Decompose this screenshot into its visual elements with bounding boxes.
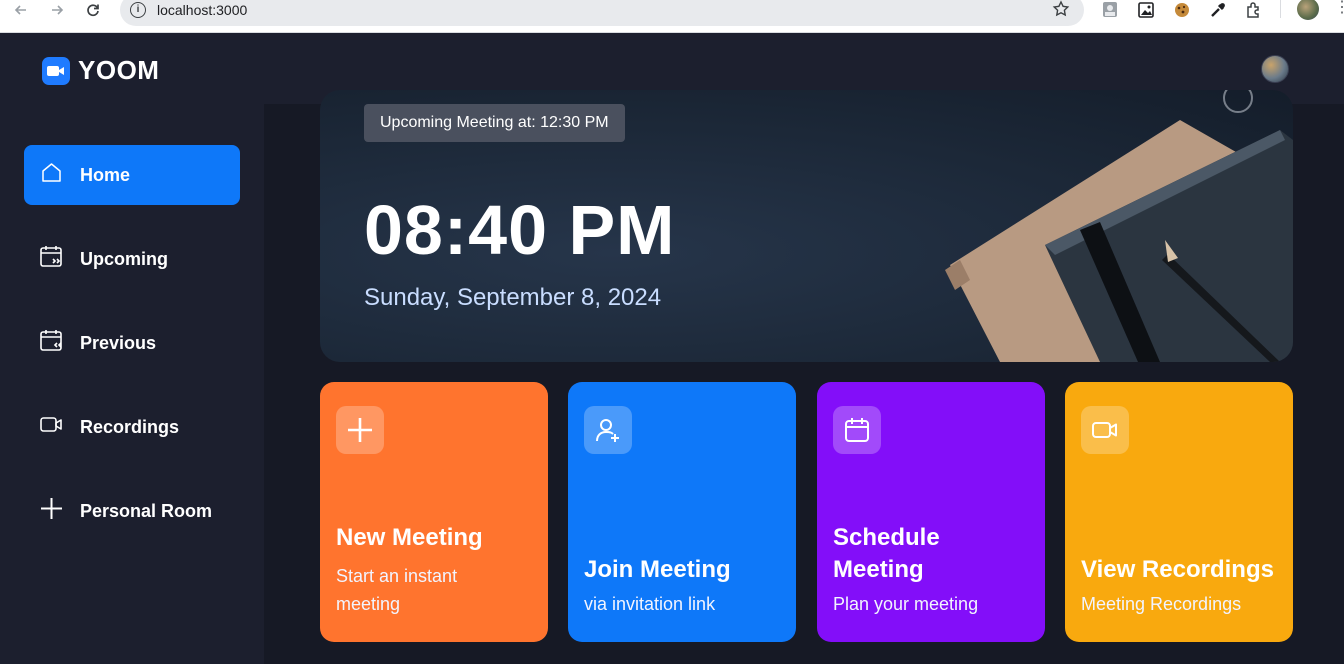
card-subtitle: via invitation link (584, 594, 716, 614)
sidebar-item-label: Recordings (80, 416, 180, 437)
calendar-forward-icon (39, 244, 64, 274)
plus-icon (39, 496, 64, 526)
schedule-meeting-card[interactable]: Schedule Meeting Plan your meeting (817, 382, 1045, 642)
sidebar-item-label: Previous (80, 332, 157, 353)
sidebar-item-home[interactable]: Home (24, 145, 240, 205)
sidebar-item-personal-room[interactable]: Personal Room (24, 481, 240, 541)
home-icon (39, 160, 64, 190)
bookmark-star-icon[interactable] (1052, 0, 1070, 23)
app-name: YOOM (78, 55, 160, 85)
card-title: Schedule Meeting (833, 524, 940, 583)
card-subtitle: Start an instant meeting (336, 566, 458, 614)
sidebar-item-previous[interactable]: Previous (24, 313, 240, 373)
calendar-back-icon (39, 328, 64, 358)
extension-image-icon[interactable] (1136, 0, 1156, 20)
current-time: 08:40 PM (364, 191, 676, 269)
site-info-icon[interactable]: i (130, 2, 146, 18)
card-title: New Meeting (336, 524, 483, 551)
sidebar: Home Upcoming Previous Recordings Person… (0, 104, 264, 664)
calendar-icon (833, 406, 881, 454)
extensions-puzzle-icon[interactable] (1244, 0, 1264, 20)
logo-icon (42, 56, 70, 85)
address-bar[interactable]: i localhost:3000 (120, 0, 1084, 26)
toolbar-divider (1280, 0, 1281, 18)
browser-toolbar: i localhost:3000 ⋮ (0, 0, 1344, 33)
card-title: Join Meeting (584, 556, 731, 583)
join-meeting-card[interactable]: Join Meeting via invitation link (568, 382, 796, 642)
sidebar-item-label: Home (80, 164, 131, 185)
extension-eyedropper-icon[interactable] (1208, 0, 1228, 20)
add-user-icon (584, 406, 632, 454)
back-icon[interactable] (10, 0, 32, 20)
extension-cookie-icon[interactable] (1172, 0, 1192, 20)
main-content: Upcoming Meeting at: 12:30 PM 08:40 PM S… (264, 90, 1344, 664)
hero-banner: Upcoming Meeting at: 12:30 PM 08:40 PM S… (320, 90, 1293, 362)
sidebar-item-recordings[interactable]: Recordings (24, 397, 240, 457)
plus-icon (336, 406, 384, 454)
user-avatar[interactable] (1261, 55, 1289, 83)
view-recordings-card[interactable]: View Recordings Meeting Recordings (1065, 382, 1293, 642)
browser-profile-avatar[interactable] (1297, 0, 1319, 20)
app-logo[interactable]: YOOM (42, 55, 159, 86)
video-icon (39, 412, 64, 442)
video-icon (1081, 406, 1129, 454)
upcoming-meeting-badge: Upcoming Meeting at: 12:30 PM (364, 104, 625, 142)
reload-icon[interactable] (82, 0, 104, 20)
sidebar-item-label: Upcoming (80, 248, 168, 269)
new-meeting-card[interactable]: New Meeting Start an instant meeting (320, 382, 548, 642)
card-subtitle: Meeting Recordings (1081, 594, 1242, 614)
extension-photo-icon[interactable] (1100, 0, 1120, 20)
url-text: localhost:3000 (157, 2, 248, 18)
card-subtitle: Plan your meeting (833, 594, 979, 614)
card-title: View Recordings (1081, 556, 1274, 583)
sidebar-item-label: Personal Room (80, 500, 213, 521)
current-date: Sunday, September 8, 2024 (364, 284, 662, 311)
sidebar-item-upcoming[interactable]: Upcoming (24, 229, 240, 289)
browser-menu-icon[interactable]: ⋮ (1334, 0, 1344, 20)
forward-icon[interactable] (46, 0, 68, 20)
